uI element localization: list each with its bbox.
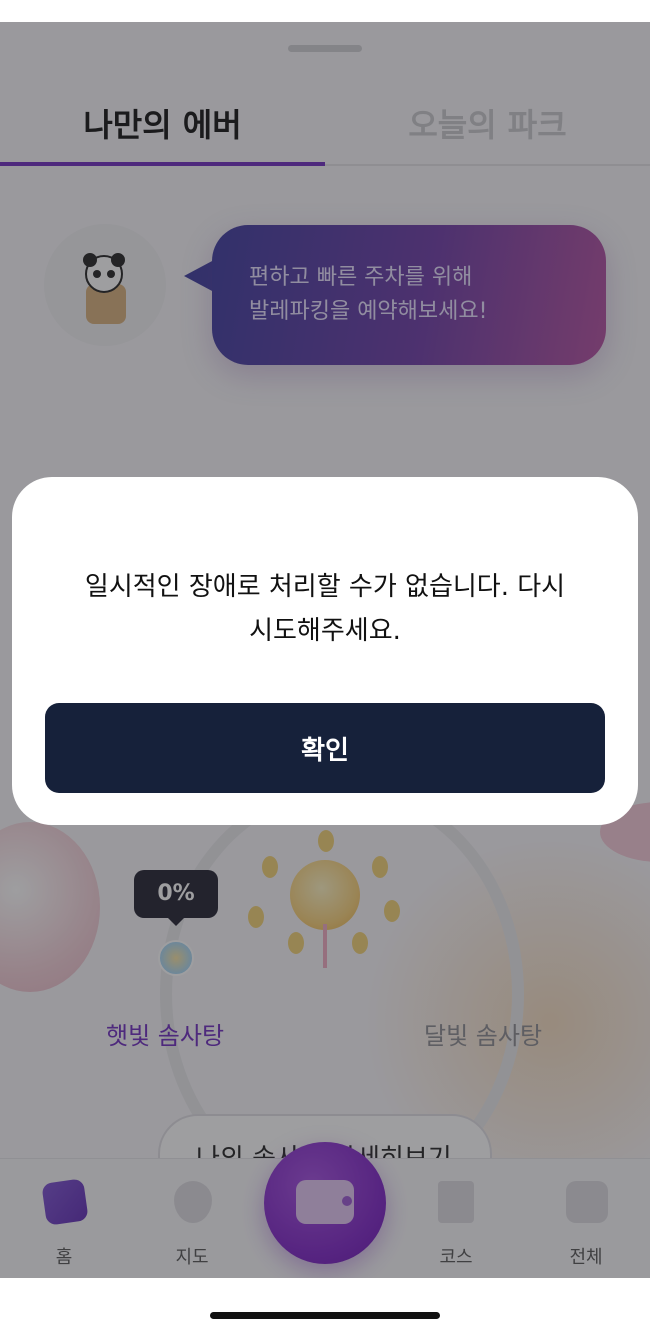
confirm-button[interactable]: 확인 [45,703,605,793]
home-indicator[interactable] [210,1312,440,1319]
error-dialog: 일시적인 장애로 처리할 수가 없습니다. 다시 시도해주세요. 확인 [12,477,638,825]
error-message: 일시적인 장애로 처리할 수가 없습니다. 다시 시도해주세요. [84,572,566,646]
app-screen: 나만의 에버 오늘의 파크 편하고 빠른 주차를 위해 발레파킹을 예약해보세요… [0,22,650,1278]
